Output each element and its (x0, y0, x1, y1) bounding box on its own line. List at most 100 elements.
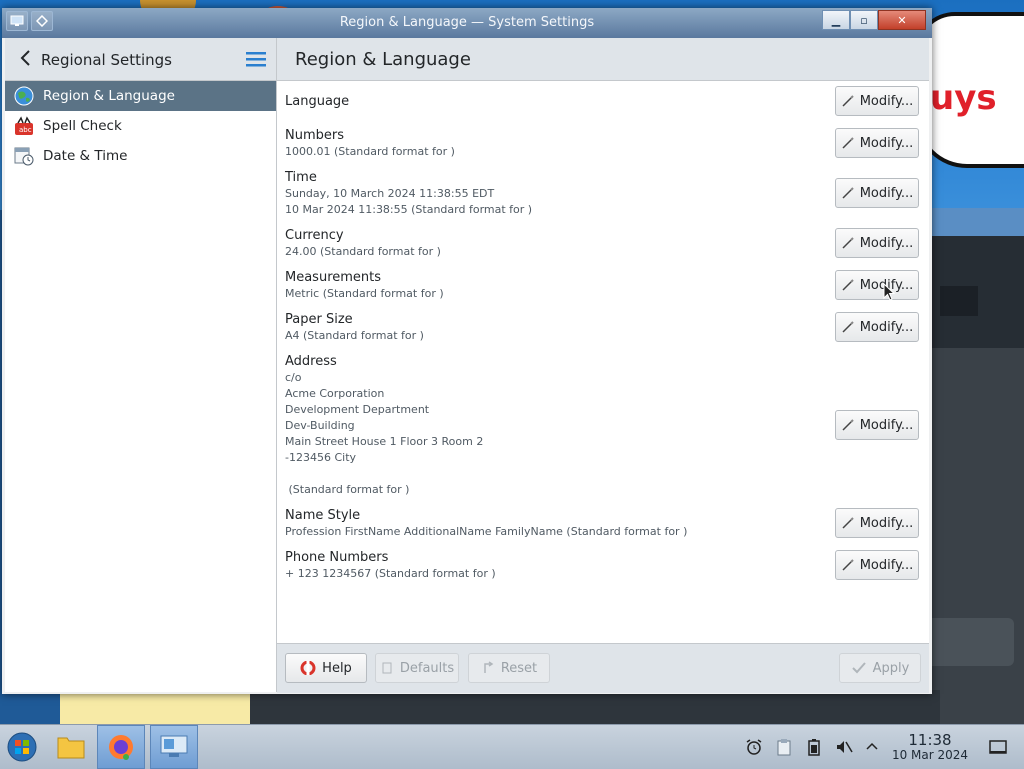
chevron-up-icon[interactable] (862, 737, 882, 757)
volume-muted-icon[interactable] (834, 737, 854, 757)
modify-phone-numbers-button[interactable]: Modify... (835, 550, 919, 580)
edit-icon (842, 517, 854, 529)
sidebar-header: Regional Settings (5, 38, 276, 81)
start-menu-button[interactable] (0, 725, 44, 769)
background-window-stripe (930, 208, 1024, 236)
setting-title: Address (285, 354, 337, 369)
window-titlebar[interactable]: Region & Language — System Settings ▁ ▫ … (2, 8, 932, 38)
background-window-card (930, 618, 1014, 666)
setting-detail: Sunday, 10 March 2024 11:38:55 EDT 10 Ma… (285, 187, 533, 216)
modify-language-button[interactable]: Modify... (835, 86, 919, 116)
setting-title: Language (285, 94, 350, 109)
modify-button-label: Modify... (859, 417, 914, 433)
setting-address: Address c/o Acme Corporation Development… (285, 354, 925, 498)
setting-language: Language (285, 94, 925, 110)
setting-phone-numbers: Phone Numbers + 123 1234567 (Standard fo… (285, 550, 925, 582)
start-orb-icon (7, 732, 37, 762)
folder-icon (57, 737, 85, 759)
reset-icon (484, 661, 494, 673)
modify-button-label: Modify... (859, 235, 914, 251)
edit-icon (842, 187, 854, 199)
background-window-bar (940, 286, 978, 316)
defaults-icon (382, 662, 392, 674)
wallpaper-bubble-text: uys (930, 78, 997, 118)
setting-detail: 24.00 (Standard format for ) (285, 245, 441, 258)
edit-icon (842, 419, 854, 431)
setting-title: Currency (285, 228, 344, 243)
setting-detail: 1000.01 (Standard format for ) (285, 145, 455, 158)
setting-measurements: Measurements Metric (Standard format for… (285, 270, 925, 302)
edit-icon (842, 321, 854, 333)
reset-button-label: Reset (500, 660, 538, 676)
setting-title: Numbers (285, 128, 344, 143)
sidebar-item-region-language[interactable]: Region & Language (5, 81, 276, 111)
setting-paper-size: Paper Size A4 (Standard format for ) (285, 312, 925, 344)
page-title: Region & Language (295, 49, 471, 70)
modify-currency-button[interactable]: Modify... (835, 228, 919, 258)
taskbar-system-settings[interactable] (150, 725, 198, 769)
calendar-clock-icon (13, 145, 35, 167)
modify-paper-size-button[interactable]: Modify... (835, 312, 919, 342)
setting-title: Name Style (285, 508, 361, 523)
setting-detail: + 123 1234567 (Standard format for ) (285, 567, 496, 580)
modify-numbers-button[interactable]: Modify... (835, 128, 919, 158)
minimize-button[interactable]: ▁ (822, 10, 850, 30)
apply-button-label: Apply (872, 660, 910, 676)
modify-button-label: Modify... (859, 515, 914, 531)
taskbar-firefox[interactable] (97, 725, 145, 769)
setting-detail: A4 (Standard format for ) (285, 329, 424, 342)
sidebar-item-spell-check[interactable]: abc Spell Check (5, 111, 276, 141)
hamburger-menu-icon[interactable] (246, 51, 266, 67)
main-header: Region & Language (277, 38, 929, 81)
alarm-clock-icon[interactable] (744, 737, 764, 757)
taskbar-file-manager[interactable] (50, 725, 92, 769)
show-desktop-icon[interactable] (988, 737, 1008, 757)
clock-date[interactable]: 10 Mar 2024 (888, 748, 972, 762)
mouse-cursor-icon (883, 283, 895, 301)
apply-button[interactable]: Apply (839, 653, 921, 683)
defaults-button-label: Defaults (399, 660, 455, 676)
modify-time-button[interactable]: Modify... (835, 178, 919, 208)
close-button[interactable]: ✕ (878, 10, 926, 30)
background-window-body (930, 348, 1024, 724)
firefox-icon (109, 735, 133, 760)
sidebar-item-label: Region & Language (43, 88, 175, 104)
reset-button[interactable]: Reset (468, 653, 550, 683)
setting-title: Phone Numbers (285, 550, 389, 565)
spellcheck-icon: abc (13, 115, 35, 137)
window-content: Regional Settings Region & Language abc … (5, 38, 929, 693)
defaults-button[interactable]: Defaults (375, 653, 459, 683)
maximize-button[interactable]: ▫ (850, 10, 878, 30)
edit-icon (842, 137, 854, 149)
modify-name-style-button[interactable]: Modify... (835, 508, 919, 538)
modify-button-label: Modify... (859, 93, 914, 109)
system-settings-icon (160, 735, 188, 757)
modify-button-label: Modify... (859, 557, 914, 573)
help-button[interactable]: Help (285, 653, 367, 683)
modify-address-button[interactable]: Modify... (835, 410, 919, 440)
window-title: Region & Language — System Settings (339, 15, 595, 30)
setting-title: Time (285, 170, 317, 185)
modify-button-label: Modify... (859, 185, 914, 201)
edit-icon (842, 279, 854, 291)
sidebar: Regional Settings Region & Language abc … (5, 38, 277, 692)
dialog-footer: Help Defaults Reset Apply (277, 643, 929, 693)
back-arrow-icon[interactable] (17, 48, 35, 68)
clipboard-icon[interactable] (774, 737, 794, 757)
modify-button-label: Modify... (859, 135, 914, 151)
edit-icon (842, 559, 854, 571)
modify-button-label: Modify... (859, 319, 914, 335)
sidebar-item-label: Date & Time (43, 148, 128, 164)
taskbar: 11:38 10 Mar 2024 (0, 724, 1024, 769)
setting-name-style: Name Style Profession FirstName Addition… (285, 508, 925, 540)
clock-time[interactable]: 11:38 (898, 731, 962, 749)
help-button-label: Help (322, 660, 352, 676)
background-window-bottom (250, 690, 940, 724)
battery-icon[interactable] (804, 737, 824, 757)
modify-measurements-button[interactable]: Modify... (835, 270, 919, 300)
sidebar-item-date-time[interactable]: Date & Time (5, 141, 276, 171)
wallpaper-paper (60, 690, 250, 724)
sidebar-title: Regional Settings (41, 51, 173, 69)
main-panel: Region & Language Language Modify... Num… (277, 38, 929, 693)
svg-text:abc: abc (19, 126, 32, 134)
